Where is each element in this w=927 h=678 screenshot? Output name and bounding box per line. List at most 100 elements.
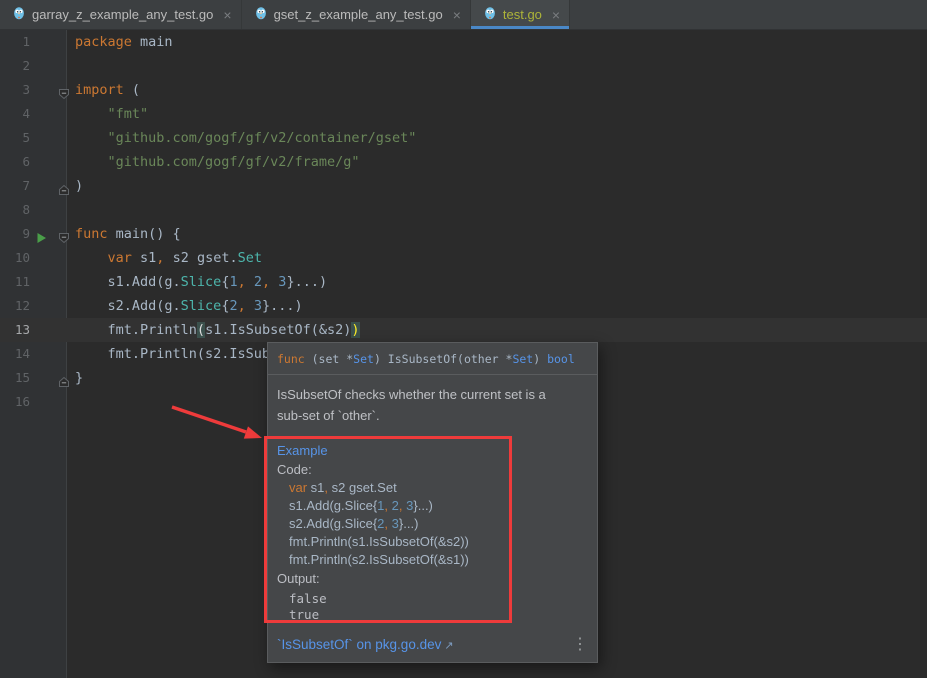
line-number: 16	[0, 390, 30, 414]
code-token: fmt.Println(s2.IsSubsetOf(&s1))	[289, 552, 469, 567]
editor-tab-gset_z_example_any_test.go[interactable]: gset_z_example_any_test.go ×	[242, 0, 471, 29]
code-text: s2.Add(g.Slice{2, 3}...)	[67, 294, 303, 318]
close-icon[interactable]: ×	[453, 8, 461, 22]
code-line-8[interactable]: 8	[0, 198, 927, 222]
code-token: s1	[307, 480, 324, 495]
gutter-cell: 12	[0, 294, 67, 318]
code-line-10[interactable]: 10 var s1, s2 gset.Set	[0, 246, 927, 270]
code-token	[246, 298, 254, 314]
code-line-9[interactable]: 9func main() {	[0, 222, 927, 246]
code-token: var	[108, 250, 132, 266]
line-number: 3	[0, 78, 30, 102]
code-line-7[interactable]: 7)	[0, 174, 927, 198]
line-number: 12	[0, 294, 30, 318]
line-number: 6	[0, 150, 30, 174]
code-token: 2	[254, 274, 262, 290]
gutter-cell: 10	[0, 246, 67, 270]
code-token: (	[197, 322, 205, 338]
gutter-cell: 5	[0, 126, 67, 150]
example-code-line: fmt.Println(s2.IsSubsetOf(&s1))	[289, 551, 588, 569]
go-gopher-icon	[483, 6, 497, 23]
gutter-cell: 4	[0, 102, 67, 126]
code-token: )	[75, 178, 83, 194]
code-token: }...)	[262, 298, 303, 314]
code-token: ,	[238, 274, 246, 290]
code-token: fmt.Println	[75, 322, 197, 338]
code-text: func main() {	[67, 222, 181, 246]
example-code-line: s2.Add(g.Slice{2, 3}...)	[289, 515, 588, 533]
gutter-cell: 3	[0, 78, 67, 102]
example-output-block: falsetrue	[277, 591, 588, 623]
code-token: s1	[132, 250, 156, 266]
code-text	[67, 198, 75, 222]
code-token: 3	[254, 298, 262, 314]
line-number: 11	[0, 270, 30, 294]
gutter-cell: 6	[0, 150, 67, 174]
code-token: }...)	[399, 516, 419, 531]
code-token	[75, 250, 108, 266]
code-token: s2 gset.	[164, 250, 237, 266]
code-line-3[interactable]: 3import (	[0, 78, 927, 102]
popup-footer: `IsSubsetOf` on pkg.go.dev↗ ⋮	[277, 634, 588, 654]
code-token: }	[75, 370, 83, 386]
code-line-11[interactable]: 11 s1.Add(g.Slice{1, 2, 3}...)	[0, 270, 927, 294]
editor-tab-test.go[interactable]: test.go ×	[471, 0, 570, 29]
code-token: }...)	[286, 274, 327, 290]
go-gopher-icon	[12, 6, 26, 23]
code-token: Slice	[181, 274, 222, 290]
code-token: )	[351, 322, 359, 338]
code-token	[246, 274, 254, 290]
code-token: s1.IsSubsetOf(&s2)	[205, 322, 351, 338]
code-token: 3	[392, 516, 399, 531]
code-text	[67, 390, 75, 414]
code-token: main	[140, 34, 173, 50]
gutter-cell: 8	[0, 198, 67, 222]
code-token	[75, 154, 108, 170]
code-editor[interactable]: 1package main23import (4 "fmt"5 "github.…	[0, 30, 927, 678]
code-text: fmt.Println(s1.IsSubsetOf(&s2))	[67, 318, 360, 342]
doc-example-section: Example Code: var s1, s2 gset.Sets1.Add(…	[268, 441, 597, 623]
code-text: package main	[67, 30, 173, 54]
code-token: bool	[547, 352, 575, 366]
code-line-1[interactable]: 1package main	[0, 30, 927, 54]
code-line-6[interactable]: 6 "github.com/gogf/gf/v2/frame/g"	[0, 150, 927, 174]
close-icon[interactable]: ×	[552, 8, 560, 22]
function-signature: func (set *Set) IsSubsetOf(other *Set) b…	[268, 343, 597, 375]
tab-label: gset_z_example_any_test.go	[274, 7, 443, 22]
line-number: 8	[0, 198, 30, 222]
close-icon[interactable]: ×	[223, 8, 231, 22]
code-token: main() {	[108, 226, 181, 242]
pkg-go-dev-link[interactable]: `IsSubsetOf` on pkg.go.dev	[277, 637, 441, 652]
code-line-2[interactable]: 2	[0, 54, 927, 78]
gutter-cell: 16	[0, 390, 67, 414]
line-number: 5	[0, 126, 30, 150]
code-line-4[interactable]: 4 "fmt"	[0, 102, 927, 126]
code-text: "github.com/gogf/gf/v2/container/gset"	[67, 126, 416, 150]
line-number: 7	[0, 174, 30, 198]
code-line-13[interactable]: 13 fmt.Println(s1.IsSubsetOf(&s2))	[0, 318, 927, 342]
gutter-cell: 1	[0, 30, 67, 54]
more-options-icon[interactable]: ⋮	[572, 634, 588, 654]
gutter-cell: 13	[0, 318, 67, 342]
editor-tab-garray_z_example_any_test.go[interactable]: garray_z_example_any_test.go×	[0, 0, 242, 29]
example-output-line: false	[289, 591, 588, 607]
gutter-cell: 9	[0, 222, 67, 246]
code-token: s1.Add(g.Slice{	[289, 498, 377, 513]
code-text	[67, 54, 75, 78]
code-token: ,	[238, 298, 246, 314]
code-line-5[interactable]: 5 "github.com/gogf/gf/v2/container/gset"	[0, 126, 927, 150]
example-code-line: var s1, s2 gset.Set	[289, 479, 588, 497]
example-link[interactable]: Example	[277, 441, 588, 460]
code-token: "github.com/gogf/gf/v2/container/gset"	[108, 130, 417, 146]
code-token: "fmt"	[108, 106, 149, 122]
code-token: import	[75, 82, 124, 98]
gutter-cell: 7	[0, 174, 67, 198]
code-token: 2	[229, 298, 237, 314]
code-token: s1.Add(g.	[75, 274, 181, 290]
code-token: Set	[238, 250, 262, 266]
editor-tab-bar: garray_z_example_any_test.go×gset_z_exam…	[0, 0, 927, 30]
tab-label: test.go	[503, 7, 542, 22]
code-token: func	[75, 226, 108, 242]
code-line-12[interactable]: 12 s2.Add(g.Slice{2, 3}...)	[0, 294, 927, 318]
code-text: "github.com/gogf/gf/v2/frame/g"	[67, 150, 359, 174]
